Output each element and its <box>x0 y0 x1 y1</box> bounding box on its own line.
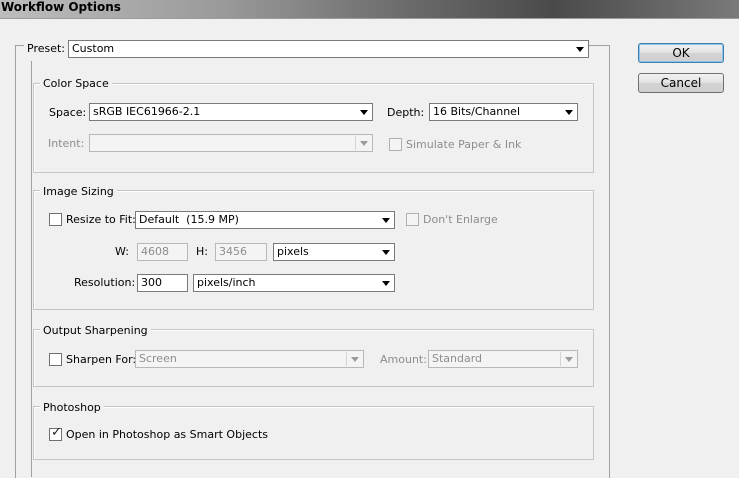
dont-enlarge-checkbox[interactable] <box>406 213 419 226</box>
chevron-down-icon <box>382 218 390 223</box>
intent-label: Intent: <box>48 137 85 150</box>
amount-label: Amount: <box>380 353 427 366</box>
chevron-down-icon <box>360 110 368 115</box>
resolution-units-dropdown[interactable]: pixels/inch <box>193 274 395 292</box>
dropdown-separator <box>355 136 356 150</box>
chevron-down-icon <box>382 281 390 286</box>
resize-to-fit-checkbox[interactable] <box>49 213 62 226</box>
depth-value: 16 Bits/Channel <box>433 105 521 118</box>
chevron-down-icon <box>360 141 368 146</box>
width-label: W: <box>115 245 129 258</box>
preset-value: Custom <box>72 42 115 55</box>
photoshop-title: Photoshop <box>40 401 104 414</box>
resolution-label: Resolution: <box>74 276 136 289</box>
amount-dropdown[interactable]: Standard <box>428 350 578 368</box>
simulate-paper-label: Simulate Paper & Ink <box>406 138 522 151</box>
width-input[interactable]: 4608 <box>137 243 188 261</box>
image-sizing-title: Image Sizing <box>40 185 117 198</box>
smart-objects-checkbox[interactable]: ✓ <box>49 425 62 441</box>
resolution-units-value: pixels/inch <box>197 276 256 289</box>
space-dropdown[interactable]: sRGB IEC61966-2.1 <box>89 103 373 121</box>
color-space-title: Color Space <box>40 77 112 90</box>
dropdown-separator <box>560 352 561 366</box>
resize-value: Default (15.9 MP) <box>139 213 239 226</box>
ok-button[interactable]: OK <box>638 43 724 63</box>
sharpen-for-label: Sharpen For: <box>66 353 137 366</box>
dropdown-separator <box>346 352 347 366</box>
simulate-paper-checkbox[interactable] <box>389 138 402 151</box>
space-label: Space: <box>49 106 87 119</box>
window-title: Workflow Options <box>1 0 121 14</box>
color-space-group <box>33 83 594 173</box>
checkmark-icon: ✓ <box>51 425 62 440</box>
chevron-down-icon <box>565 357 573 362</box>
smart-objects-label: Open in Photoshop as Smart Objects <box>66 428 268 441</box>
amount-value: Standard <box>432 352 483 365</box>
width-value: 4608 <box>141 245 169 258</box>
chevron-down-icon <box>351 357 359 362</box>
intent-dropdown[interactable] <box>89 134 373 152</box>
resolution-value: 300 <box>141 276 162 289</box>
preset-dropdown[interactable]: Custom <box>68 40 589 58</box>
dont-enlarge-label: Don't Enlarge <box>423 213 498 226</box>
sharpen-for-checkbox[interactable] <box>49 353 62 366</box>
chevron-down-icon <box>576 47 584 52</box>
space-value: sRGB IEC61966-2.1 <box>93 105 201 118</box>
size-units-value: pixels <box>277 245 309 258</box>
chevron-down-icon <box>382 250 390 255</box>
height-value: 3456 <box>219 245 247 258</box>
resize-to-fit-dropdown[interactable]: Default (15.9 MP) <box>135 211 395 229</box>
output-sharpening-title: Output Sharpening <box>40 324 151 337</box>
resolution-input[interactable]: 300 <box>137 274 188 292</box>
size-units-dropdown[interactable]: pixels <box>273 243 395 261</box>
chevron-down-icon <box>565 110 573 115</box>
height-label: H: <box>196 245 208 258</box>
preset-label: Preset: <box>24 42 69 56</box>
height-input[interactable]: 3456 <box>215 243 267 261</box>
depth-label: Depth: <box>387 106 425 119</box>
cancel-button[interactable]: Cancel <box>638 73 724 93</box>
sharpen-for-dropdown[interactable]: Screen <box>135 350 364 368</box>
depth-dropdown[interactable]: 16 Bits/Channel <box>429 103 578 121</box>
sharpen-for-value: Screen <box>139 352 177 365</box>
resize-to-fit-label: Resize to Fit: <box>66 213 136 226</box>
